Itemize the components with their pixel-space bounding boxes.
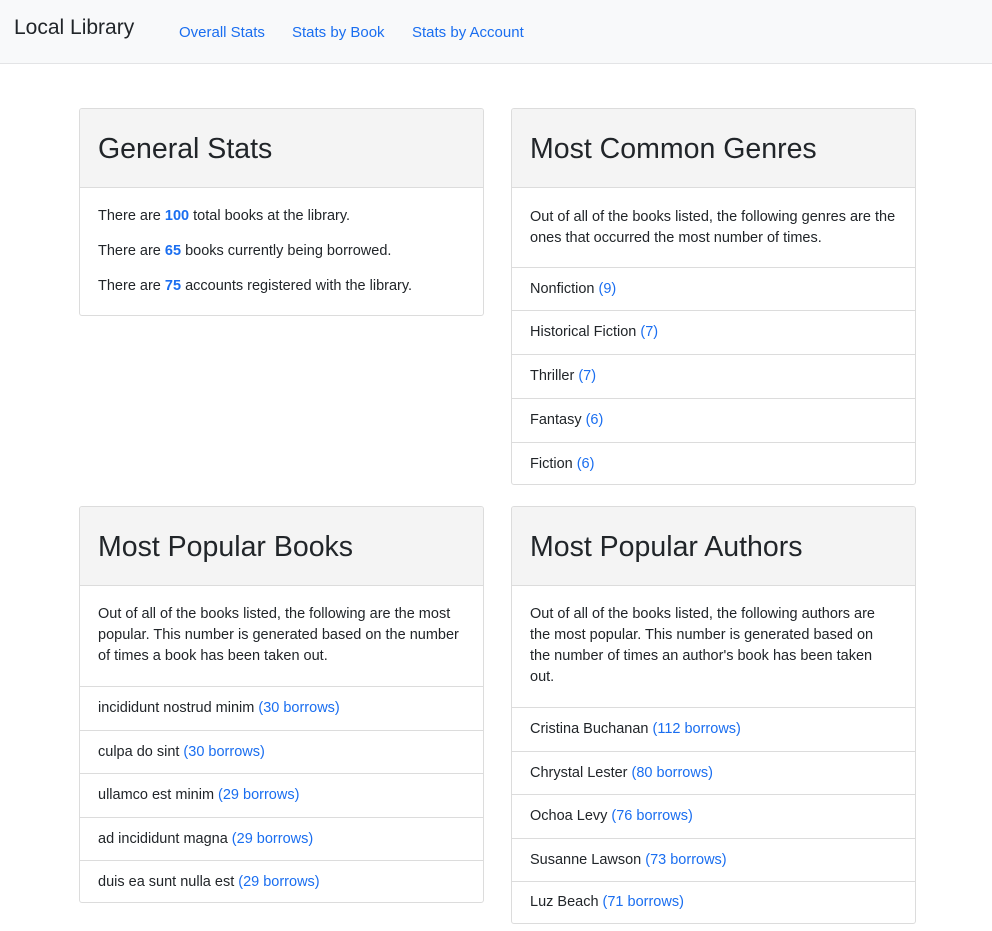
list-item: Historical Fiction (7) bbox=[512, 310, 915, 354]
popular-books-card: Most Popular Books Out of all of the boo… bbox=[79, 506, 484, 903]
nav-overall-stats[interactable]: Overall Stats bbox=[179, 22, 265, 44]
list-item: Susanne Lawson (73 borrows) bbox=[512, 838, 915, 881]
brand-link[interactable]: Local Library bbox=[14, 14, 134, 42]
list-item: Ochoa Levy (76 borrows) bbox=[512, 794, 915, 838]
authors-description: Out of all of the books listed, the foll… bbox=[530, 606, 875, 685]
list-item: duis ea sunt nulla est (29 borrows) bbox=[80, 860, 483, 902]
popular-authors-card: Most Popular Authors Out of all of the b… bbox=[511, 506, 916, 924]
books-description: Out of all of the books listed, the foll… bbox=[98, 606, 459, 664]
list-item: ad incididunt magna (29 borrows) bbox=[80, 817, 483, 860]
list-item: Nonfiction (9) bbox=[512, 267, 915, 310]
card-body: There are 100 total books at the library… bbox=[80, 188, 483, 297]
stat-accounts: There are 75 accounts registered with th… bbox=[98, 278, 413, 294]
list-item: Fantasy (6) bbox=[512, 398, 915, 442]
genres-list: Nonfiction (9) Historical Fiction (7) Thri… bbox=[512, 267, 915, 484]
card-header: General Stats bbox=[80, 109, 483, 188]
card-title: Most Popular Books bbox=[98, 531, 354, 563]
stat-total-books: There are 100 total books at the library… bbox=[98, 208, 351, 224]
list-item: Cristina Buchanan (112 borrows) bbox=[512, 707, 915, 751]
genres-card: Most Common Genres Out of all of the boo… bbox=[511, 108, 916, 485]
stat-borrowed-books: There are 65 books currently being borro… bbox=[98, 243, 392, 259]
card-body: Out of all of the books listed, the foll… bbox=[512, 586, 915, 707]
list-item: Luz Beach (71 borrows) bbox=[512, 881, 915, 923]
list-item: Chrystal Lester (80 borrows) bbox=[512, 751, 915, 794]
card-header: Most Popular Books bbox=[80, 507, 483, 586]
total-books-count: 100 bbox=[164, 208, 190, 224]
list-item: ullamco est minim (29 borrows) bbox=[80, 773, 483, 817]
navbar: Local Library Overall Stats Stats by Boo… bbox=[0, 0, 992, 64]
card-header: Most Common Genres bbox=[512, 109, 915, 188]
list-item: incididunt nostrud minim (30 borrows) bbox=[80, 686, 483, 730]
list-item: culpa do sint (30 borrows) bbox=[80, 730, 483, 773]
general-stats-card: General Stats There are 100 total books … bbox=[79, 108, 484, 316]
list-item: Fiction (6) bbox=[512, 442, 915, 484]
borrowed-books-count: 65 bbox=[164, 243, 182, 259]
list-item: Thriller (7) bbox=[512, 354, 915, 398]
genres-description: Out of all of the books listed, the foll… bbox=[530, 209, 896, 246]
card-title: Most Popular Authors bbox=[530, 531, 803, 563]
card-title: Most Common Genres bbox=[530, 133, 817, 165]
card-title: General Stats bbox=[98, 133, 273, 165]
card-body: Out of all of the books listed, the foll… bbox=[512, 188, 915, 267]
accounts-count: 75 bbox=[164, 278, 182, 294]
nav-stats-by-book[interactable]: Stats by Book bbox=[292, 22, 385, 44]
books-list: incididunt nostrud minim (30 borrows) cul… bbox=[80, 686, 483, 902]
card-body: Out of all of the books listed, the foll… bbox=[80, 586, 483, 686]
nav-stats-by-account[interactable]: Stats by Account bbox=[412, 22, 524, 44]
authors-list: Cristina Buchanan (112 borrows) Chrystal … bbox=[512, 707, 915, 923]
card-header: Most Popular Authors bbox=[512, 507, 915, 586]
